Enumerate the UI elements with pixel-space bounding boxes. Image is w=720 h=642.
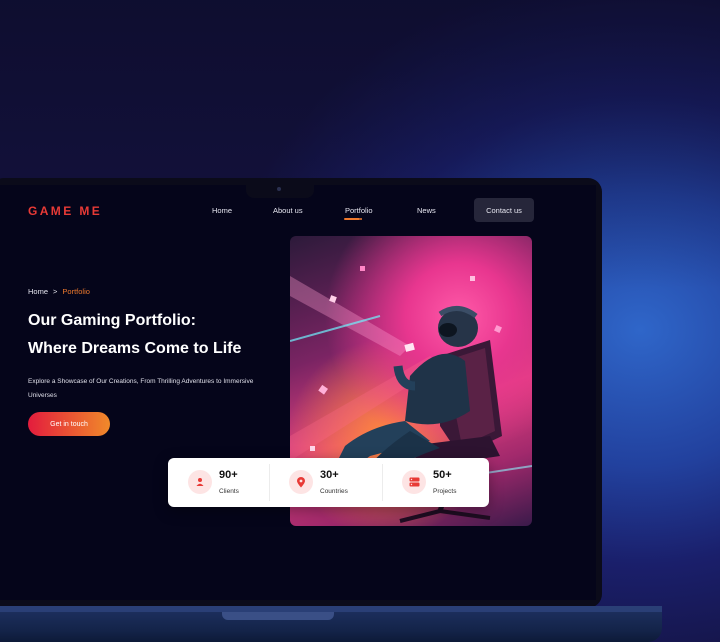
user-icon bbox=[188, 470, 212, 494]
stat-clients: 90+ Clients bbox=[168, 458, 269, 507]
breadcrumb-separator: > bbox=[53, 287, 58, 296]
nav-link-portfolio[interactable]: Portfolio bbox=[345, 206, 373, 215]
breadcrumb-home[interactable]: Home bbox=[28, 287, 48, 296]
stat-countries: 30+ Countries bbox=[269, 458, 382, 507]
active-nav-indicator bbox=[344, 218, 360, 220]
get-in-touch-button[interactable]: Get in touch bbox=[28, 412, 110, 436]
active-nav-dot bbox=[360, 218, 362, 220]
breadcrumb-current: Portfolio bbox=[62, 287, 90, 296]
site-logo[interactable]: GAME ME bbox=[28, 204, 102, 218]
location-pin-icon bbox=[289, 470, 313, 494]
stat-value: 90+ bbox=[219, 469, 238, 481]
stat-label: Countries bbox=[320, 488, 348, 495]
page-title-line2: Where Dreams Come to Life bbox=[28, 340, 242, 357]
contact-us-button[interactable]: Contact us bbox=[474, 198, 534, 222]
nav-link-home[interactable]: Home bbox=[212, 206, 232, 215]
breadcrumb: Home > Portfolio bbox=[28, 287, 90, 296]
nav-link-about[interactable]: About us bbox=[273, 206, 303, 215]
hero-description: Explore a Showcase of Our Creations, Fro… bbox=[28, 378, 254, 399]
stat-projects: 50+ Projects bbox=[382, 458, 489, 507]
laptop-groove bbox=[222, 612, 334, 620]
stat-value: 50+ bbox=[433, 469, 452, 481]
stat-value: 30+ bbox=[320, 469, 339, 481]
nav-link-news[interactable]: News bbox=[417, 206, 436, 215]
stat-label: Projects bbox=[433, 488, 457, 495]
server-icon bbox=[402, 470, 426, 494]
camera-icon bbox=[277, 187, 281, 191]
stat-label: Clients bbox=[219, 488, 239, 495]
stats-card: 90+ Clients 30+ Countries 50+ Projects bbox=[168, 458, 489, 507]
page-title-line1: Our Gaming Portfolio: bbox=[28, 312, 196, 329]
